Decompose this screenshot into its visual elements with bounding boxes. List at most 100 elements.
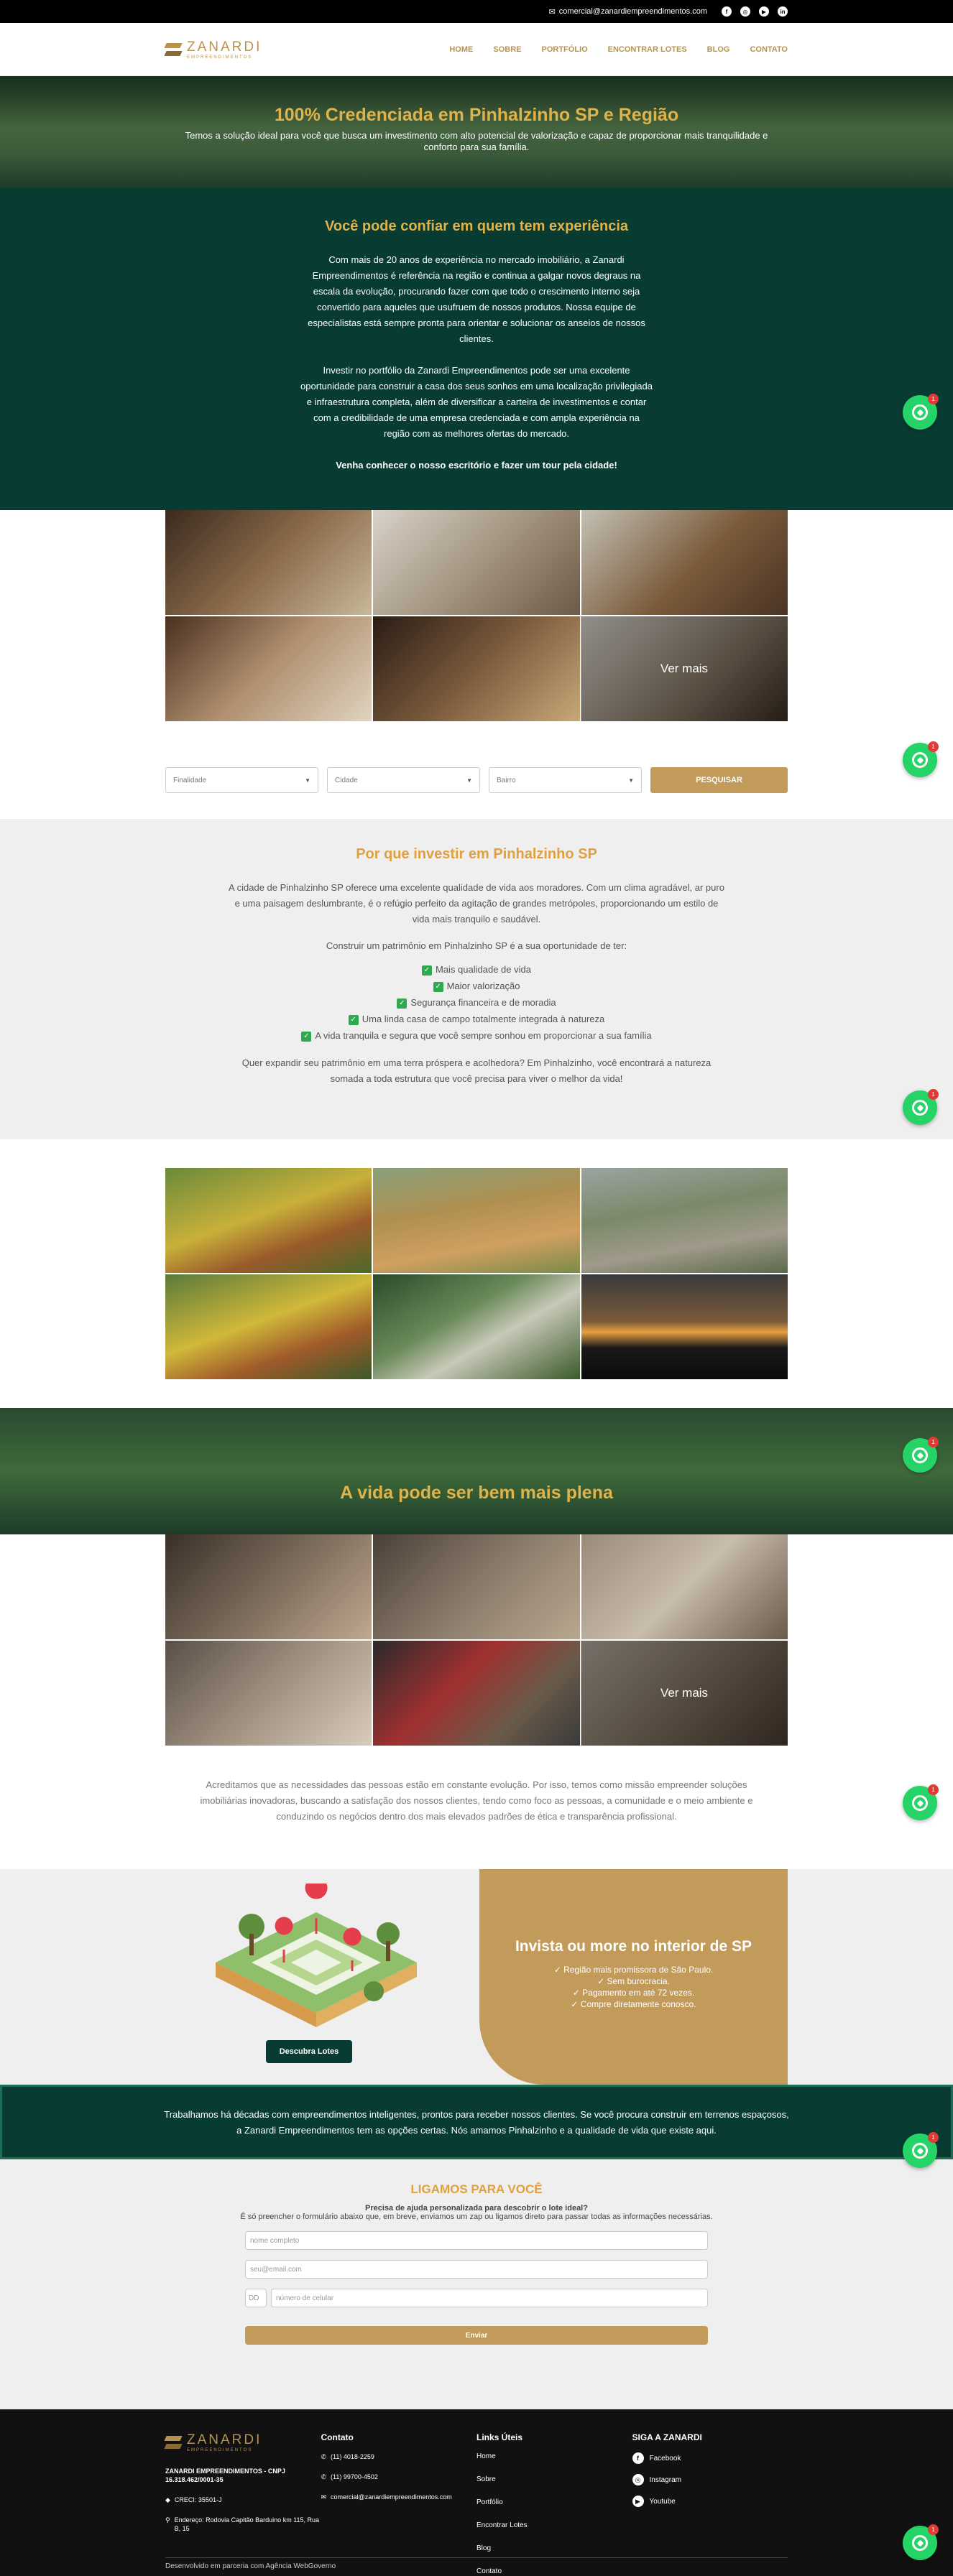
benefits-list: ✓ Mais qualidade de vida ✓ Maior valorizaç… (0, 961, 953, 1044)
whatsapp-icon (912, 404, 928, 420)
email-field[interactable]: seu@email.com (245, 2260, 708, 2279)
nav-contato[interactable]: CONTATO (750, 45, 788, 54)
footer-links: Links Úteis Home Sobre Portfólio Encontr… (476, 2432, 632, 2576)
people-photo[interactable] (581, 1534, 788, 1639)
office-photo[interactable] (165, 510, 372, 615)
people-see-more-button[interactable]: Ver mais (581, 1641, 788, 1746)
footer-company: ZANARDI EMPREENDIMENTOS ZANARDI EMPREEND… (165, 2432, 321, 2576)
office-gallery: Ver mais (165, 510, 788, 721)
whatsapp-button[interactable]: 1 (903, 1089, 939, 1125)
whatsapp-button[interactable]: 1 (903, 1437, 939, 1473)
youtube-icon[interactable]: ▶ (759, 6, 769, 17)
whatsapp-button[interactable]: 1 (903, 394, 939, 430)
why-title: Por que investir em Pinhalzinho SP (356, 846, 597, 862)
phone-2[interactable]: (11) 99700-4502 (331, 2473, 378, 2481)
ddd-field[interactable]: DD (245, 2289, 267, 2307)
trust-section: Você pode confiar em quem tem experiênci… (0, 188, 953, 510)
nav-encontrar-lotes[interactable]: ENCONTRAR LOTES (608, 45, 687, 54)
discover-lots-button[interactable]: Descubra Lotes (266, 2040, 352, 2063)
land-photo[interactable] (165, 1168, 372, 1273)
social-youtube[interactable]: ▶ Youtube (632, 2496, 788, 2507)
finalidade-select[interactable]: Finalidade ▼ (165, 767, 318, 793)
footer-link-encontrar-lotes[interactable]: Encontrar Lotes (476, 2521, 632, 2529)
land-photo[interactable] (373, 1274, 580, 1379)
whatsapp-icon (912, 2143, 928, 2159)
footer-link-blog[interactable]: Blog (476, 2544, 632, 2552)
footer-link-portfolio[interactable]: Portfólio (476, 2498, 632, 2506)
mission-text: Acreditamos que as necessidades das pess… (200, 1779, 753, 1822)
facebook-icon[interactable]: f (722, 6, 732, 17)
search-button[interactable]: PESQUISAR (650, 767, 788, 793)
nav-portfolio[interactable]: PORTFÓLIO (541, 45, 587, 54)
top-bar: ✉ comercial@zanardiempreendimentos.com f… (0, 0, 953, 23)
whatsapp-button[interactable]: 1 (903, 741, 939, 777)
people-photo[interactable] (373, 1534, 580, 1639)
office-photo[interactable] (373, 616, 580, 721)
chevron-down-icon: ▼ (466, 777, 472, 784)
list-item: ✓ Pagamento em até 72 vezes. (572, 1988, 695, 1998)
footer-logo[interactable]: ZANARDI EMPREENDIMENTOS (165, 2432, 321, 2452)
logo[interactable]: ZANARDI EMPREENDIMENTOS (165, 40, 262, 60)
land-photo[interactable] (581, 1168, 788, 1273)
whatsapp-button[interactable]: 1 (903, 2132, 939, 2168)
land-photo[interactable] (581, 1274, 788, 1379)
bairro-select[interactable]: Bairro ▼ (489, 767, 642, 793)
footer-link-home[interactable]: Home (476, 2452, 632, 2460)
site-footer: ZANARDI EMPREENDIMENTOS ZANARDI EMPREEND… (0, 2409, 953, 2576)
check-icon: ✓ (397, 998, 408, 1009)
phone-icon: ✆ (321, 2473, 327, 2480)
mission-section: Acreditamos que as necessidades das pess… (0, 1746, 953, 1869)
logo-sub: EMPREENDIMENTOS (187, 55, 253, 60)
instagram-icon[interactable]: ◎ (740, 6, 750, 17)
phone-icon: ✆ (321, 2453, 327, 2460)
people-photo[interactable] (165, 1641, 372, 1746)
location-icon: ⚲ (165, 2516, 170, 2524)
trust-cta: Venha conhecer o nosso escritório e faze… (336, 460, 617, 471)
nav-home[interactable]: HOME (449, 45, 473, 54)
logo-mark-icon (165, 2434, 181, 2451)
about-strip: Trabalhamos há décadas com empreendiment… (0, 2085, 953, 2159)
whatsapp-icon (912, 1100, 928, 1116)
bairro-value: Bairro (497, 776, 516, 784)
social-instagram[interactable]: ◎ Instagram (632, 2474, 788, 2485)
footer-email[interactable]: comercial@zanardiempreendimentos.com (331, 2493, 452, 2501)
instagram-icon: ◎ (632, 2474, 644, 2485)
cidade-select[interactable]: Cidade ▼ (327, 767, 480, 793)
office-see-more-button[interactable]: Ver mais (581, 616, 788, 721)
people-photo[interactable] (165, 1534, 372, 1639)
phone-field[interactable]: número de celular (271, 2289, 708, 2307)
form-title: LIGAMOS PARA VOCÊ (410, 2182, 543, 2196)
list-item: ✓ A vida tranquila e segura que você semp… (0, 1027, 953, 1044)
land-photo[interactable] (373, 1168, 580, 1273)
lot-search: Finalidade ▼ Cidade ▼ Bairro ▼ PESQUISAR (0, 721, 953, 819)
nav-blog[interactable]: BLOG (707, 45, 730, 54)
main-nav: HOME SOBRE PORTFÓLIO ENCONTRAR LOTES BLO… (449, 45, 788, 54)
submit-button[interactable]: Enviar (245, 2326, 708, 2345)
about-strip-text: Trabalhamos há décadas com empreendiment… (164, 2109, 789, 2136)
creci: CRECI: 35501-J (174, 2496, 222, 2503)
vida-title: A vida pode ser bem mais plena (340, 1483, 613, 1503)
list-item: ✓ Sem burocracia. (597, 1976, 670, 1986)
linkedin-icon[interactable]: in (778, 6, 788, 17)
invest-title: Invista ou more no interior de SP (515, 1938, 752, 1955)
benefit-text: Uma linda casa de campo totalmente integ… (362, 1014, 605, 1024)
footer-social: SIGA A ZANARDI f Facebook ◎ Instagram ▶ You… (632, 2432, 788, 2576)
footer-link-sobre[interactable]: Sobre (476, 2475, 632, 2483)
whatsapp-button[interactable]: 1 (903, 1784, 939, 1820)
address: Endereço: Rodovia Capitão Barduino km 11… (174, 2516, 320, 2532)
office-photo[interactable] (373, 510, 580, 615)
whatsapp-button[interactable]: 1 (903, 2524, 939, 2560)
top-email[interactable]: ✉ comercial@zanardiempreendimentos.com (549, 7, 707, 17)
nav-sobre[interactable]: SOBRE (493, 45, 521, 54)
people-photo[interactable] (373, 1641, 580, 1746)
mail-icon: ✉ (548, 7, 556, 17)
land-photo[interactable] (165, 1274, 372, 1379)
social-facebook[interactable]: f Facebook (632, 2452, 788, 2464)
office-photo[interactable] (165, 616, 372, 721)
check-icon: ✓ (301, 1031, 312, 1042)
name-field[interactable]: nome completo (245, 2231, 708, 2250)
phone-1[interactable]: (11) 4018-2259 (331, 2452, 374, 2461)
office-photo[interactable] (581, 510, 788, 615)
why-paragraph-1: A cidade de Pinhalzinho SP oferece uma e… (229, 882, 724, 925)
map-pins-illustration (216, 1884, 417, 2027)
